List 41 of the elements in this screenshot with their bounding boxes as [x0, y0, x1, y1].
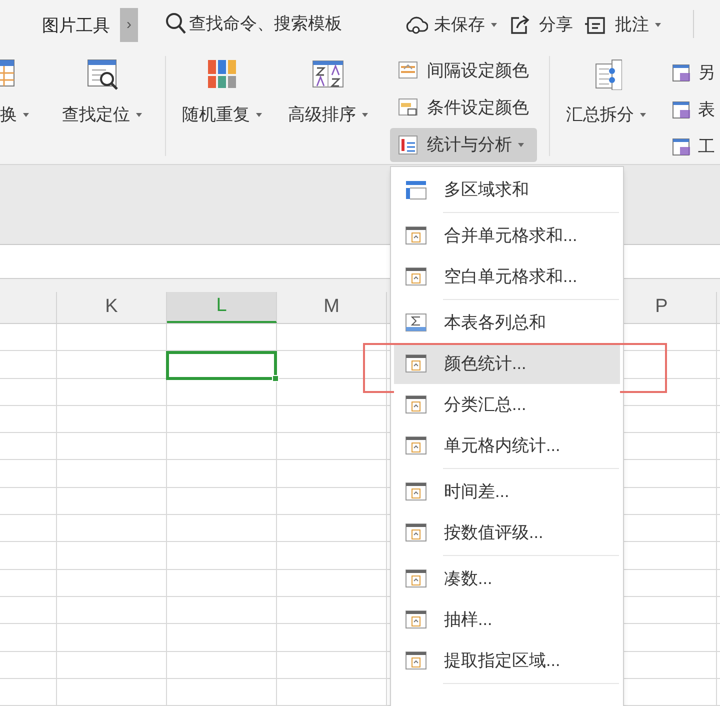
table-icon	[672, 100, 692, 120]
ribbon-button[interactable]: 另	[672, 60, 715, 86]
document-icon	[405, 568, 427, 589]
fill-handle[interactable]	[272, 375, 279, 382]
ribbon-button[interactable]: 工	[672, 134, 715, 160]
ribbon-button[interactable]: 表	[672, 97, 715, 123]
toolbar-button[interactable]: 批注	[585, 12, 661, 38]
toolbar-button[interactable]: 未保存	[404, 12, 497, 38]
document-icon	[405, 522, 427, 543]
ribbon-button[interactable]: 汇总拆分	[566, 58, 646, 128]
sigma-icon	[405, 312, 427, 333]
chart-table-icon	[398, 135, 418, 155]
document-icon	[405, 650, 427, 671]
color-blocks-icon	[206, 58, 238, 90]
document-icon	[405, 353, 427, 374]
ribbon-button[interactable]: 换	[0, 58, 29, 128]
rows-icon	[398, 61, 418, 81]
document-icon	[405, 481, 427, 502]
document-icon	[405, 394, 427, 415]
ribbon-button[interactable]: 查找定位	[62, 58, 142, 128]
search-field[interactable]: 查找命令、搜索模板	[189, 11, 342, 36]
column-header[interactable]: M	[277, 292, 387, 323]
more-button[interactable]: ›	[120, 8, 138, 42]
menu-item[interactable]: 颜色统计...	[394, 343, 620, 384]
selected-cell[interactable]	[166, 351, 277, 380]
ribbon-button[interactable]: 统计与分析	[390, 128, 537, 162]
tab-label[interactable]: 图片工具	[42, 13, 110, 38]
ribbon-button[interactable]: 高级排序	[288, 58, 368, 128]
search-icon	[165, 12, 187, 36]
ribbon-button[interactable]: 条件设定颜色	[390, 91, 537, 125]
document-icon	[405, 435, 427, 456]
document-icon	[405, 609, 427, 630]
condition-icon	[398, 98, 418, 118]
document-icon	[405, 266, 427, 287]
magnifier-icon	[86, 58, 118, 90]
window-icon	[405, 179, 427, 200]
toolbar-button[interactable]: 分享	[509, 12, 573, 38]
ribbon-button[interactable]: 间隔设定颜色	[390, 54, 537, 88]
ribbon-button[interactable]: 随机重复	[182, 58, 262, 128]
document-icon	[405, 225, 427, 246]
sort-icon	[312, 58, 344, 90]
